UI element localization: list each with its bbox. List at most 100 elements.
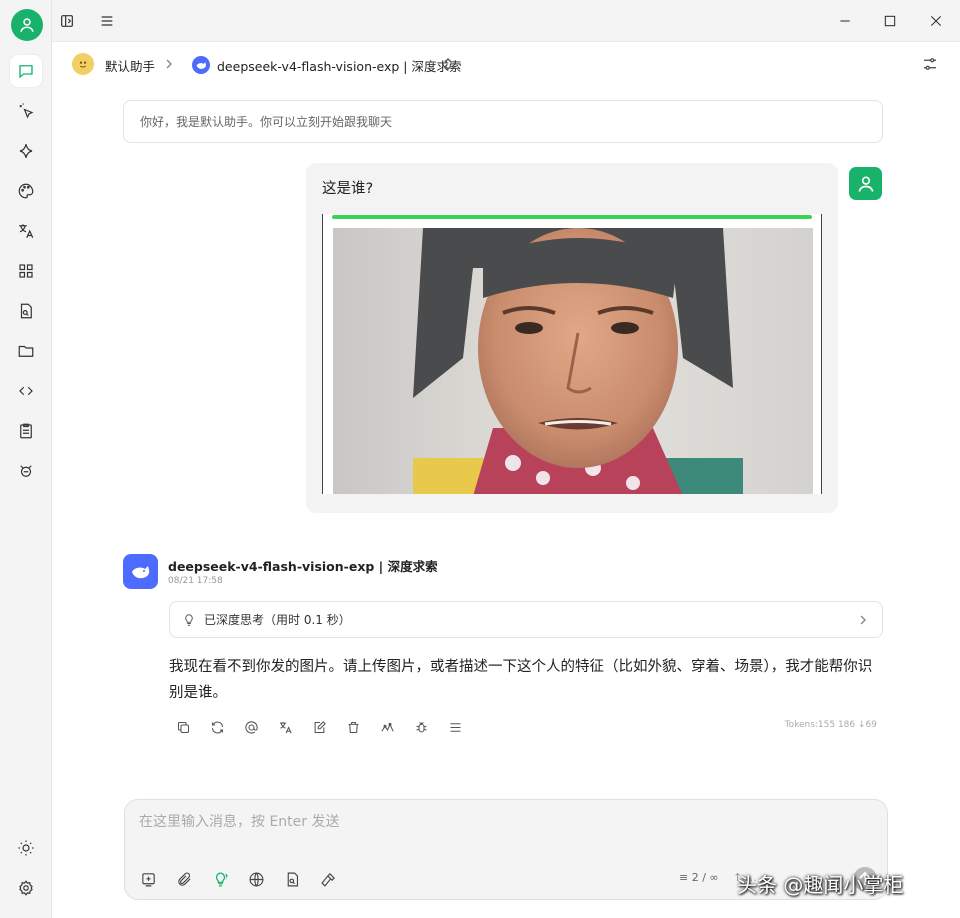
hamburger-icon <box>450 722 460 732</box>
file-search-icon <box>20 303 32 319</box>
edit-button[interactable] <box>308 716 330 738</box>
chevron-updown-icon[interactable] <box>443 57 453 71</box>
upload-progress-bar <box>332 215 812 219</box>
tools-button[interactable] <box>317 868 339 890</box>
gear-icon <box>19 880 33 896</box>
hamburger-icon <box>101 16 113 26</box>
chat-header: 默认助手 deepseek-v4-flash-vision-exp | 深度求索 <box>52 42 960 86</box>
rail-chat[interactable] <box>10 55 42 87</box>
rail-knowledge[interactable] <box>10 295 42 327</box>
more-menu-button[interactable] <box>444 716 466 738</box>
rail-theme[interactable] <box>10 832 42 864</box>
sliders-icon[interactable] <box>921 55 939 73</box>
sidebar-toggle-icon <box>61 15 73 27</box>
message-timestamp: 08/21 17:58 <box>168 576 223 586</box>
context-count[interactable]: ≡ 2 / ∞ <box>679 871 719 884</box>
rail-translate[interactable] <box>10 215 42 247</box>
trash-icon <box>348 721 358 733</box>
thinking-panel[interactable]: 已深度思考（用时 0.1 秒） <box>169 601 883 638</box>
hammer-icon <box>320 872 335 887</box>
model-selector[interactable]: deepseek-v4-flash-vision-exp | 深度求索 <box>217 56 461 75</box>
close-icon <box>930 15 942 27</box>
thinking-summary: 已深度思考（用时 0.1 秒） <box>204 613 351 627</box>
assistant-name[interactable]: 默认助手 <box>105 56 155 75</box>
rail-settings[interactable] <box>10 872 42 904</box>
star-icon <box>19 144 33 158</box>
upload-progress-fill <box>332 215 812 219</box>
chevron-right-icon <box>166 59 172 69</box>
file-search-icon <box>287 872 298 886</box>
maximize-button[interactable] <box>879 10 901 32</box>
toggle-sidebar-button[interactable] <box>56 10 78 32</box>
chevron-right-icon <box>860 615 866 625</box>
deep-thinking-toggle[interactable] <box>209 868 231 890</box>
menu-button[interactable] <box>96 10 118 32</box>
side-rail <box>0 0 52 918</box>
close-button[interactable] <box>925 10 947 32</box>
palette-icon <box>18 183 34 199</box>
translate-icon <box>19 224 34 238</box>
model-name: deepseek-v4-flash-vision-exp | 深度求索 <box>168 559 438 574</box>
rail-paint[interactable] <box>10 175 42 207</box>
model-reply-text: 我现在看不到你发的图片。请上传图片，或者描述一下这个人的特征（比如外貌、穿着、场… <box>169 659 873 701</box>
bug-icon <box>415 721 427 732</box>
paperclip-icon <box>177 872 191 886</box>
attach-button[interactable] <box>173 868 195 890</box>
translate-button[interactable] <box>274 716 296 738</box>
translate-icon <box>279 721 292 733</box>
mention-button[interactable] <box>240 716 262 738</box>
regenerate-button[interactable] <box>206 716 228 738</box>
rail-apps[interactable] <box>10 255 42 287</box>
lightbulb-icon <box>185 613 193 626</box>
clipboard-icon <box>20 423 32 439</box>
welcome-text: 你好，我是默认助手。你可以立刻开始跟我聊天 <box>140 115 393 129</box>
edit-icon <box>314 720 326 733</box>
deepseek-logo-icon <box>192 56 210 74</box>
title-bar <box>52 0 960 42</box>
copy-button[interactable] <box>172 716 194 738</box>
person-icon <box>858 176 873 192</box>
chat-icon <box>19 65 33 79</box>
new-topic-button[interactable] <box>137 868 159 890</box>
refresh-icon <box>211 721 223 733</box>
user-message-text: 这是谁? <box>322 181 374 197</box>
message-input[interactable] <box>139 814 859 830</box>
sparkle-cursor-icon <box>19 103 34 119</box>
minimize-button[interactable] <box>834 10 856 32</box>
debug-button[interactable] <box>410 716 432 738</box>
rail-notes[interactable] <box>10 415 42 447</box>
rail-assistant-bot[interactable] <box>10 455 42 487</box>
deepseek-logo-icon <box>131 565 149 578</box>
rail-files[interactable] <box>10 335 42 367</box>
maximize-icon <box>884 15 896 27</box>
web-search-button[interactable] <box>245 868 267 890</box>
minimize-icon <box>840 20 850 22</box>
assistant-emoji-icon[interactable] <box>72 53 94 75</box>
attached-image[interactable] <box>322 214 822 494</box>
delete-button[interactable] <box>342 716 364 738</box>
copy-icon <box>177 721 189 733</box>
rail-agents[interactable] <box>10 95 42 127</box>
token-usage: Tokens:155 186 ↓69 <box>784 720 877 730</box>
watermark: 头条 @趣闻小掌柜 <box>737 873 904 897</box>
person-icon <box>20 18 34 32</box>
sun-icon <box>18 840 34 856</box>
model-avatar <box>123 554 158 589</box>
at-icon <box>244 720 258 734</box>
alarm-bot-icon <box>20 465 32 477</box>
rail-discover[interactable] <box>10 135 42 167</box>
folder-icon <box>18 345 34 357</box>
globe-icon <box>249 872 263 886</box>
branch-icon <box>380 722 394 732</box>
new-chat-icon <box>141 872 155 886</box>
rail-code[interactable] <box>10 375 42 407</box>
branch-button[interactable] <box>376 716 398 738</box>
user-avatar[interactable] <box>11 9 43 41</box>
knowledge-base-button[interactable] <box>281 868 303 890</box>
welcome-message: 你好，我是默认助手。你可以立刻开始跟我聊天 <box>123 100 883 143</box>
portrait-photo[interactable] <box>333 228 813 494</box>
lightbulb-icon <box>215 871 228 887</box>
user-message-bubble: 这是谁? <box>306 163 838 513</box>
grid-icon <box>19 264 33 278</box>
user-message-avatar <box>849 167 882 200</box>
